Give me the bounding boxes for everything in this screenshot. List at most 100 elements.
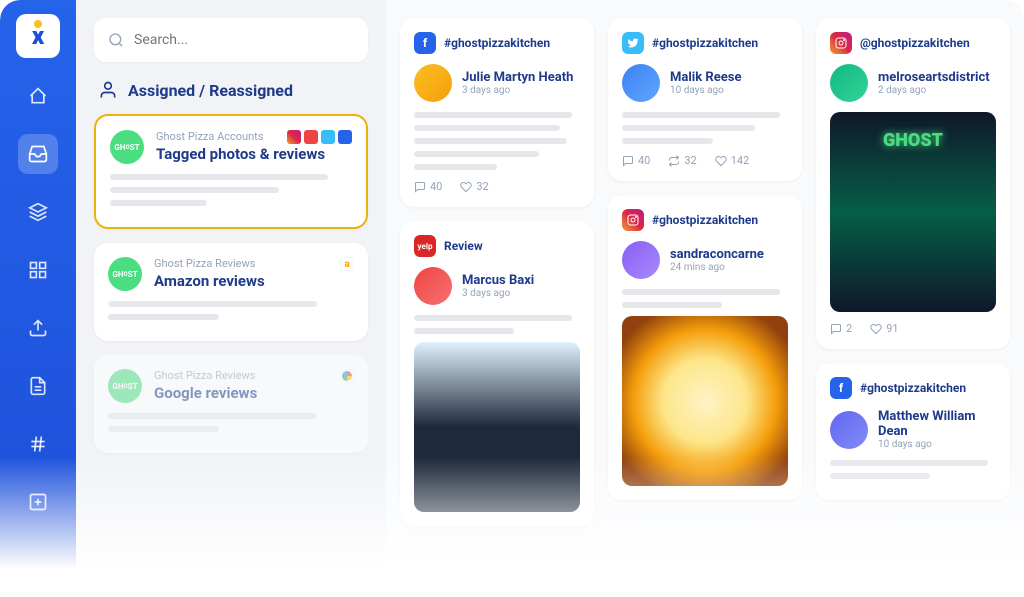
post-time: 10 days ago <box>878 439 996 450</box>
nav-apps[interactable] <box>18 250 58 290</box>
nav-add[interactable] <box>18 482 58 522</box>
post-image <box>830 112 996 312</box>
instagram-icon <box>622 209 644 231</box>
nav-inbox[interactable] <box>18 134 58 174</box>
heart-icon <box>870 323 882 335</box>
app-shell: x Assigned / Reassigned GHOST Ghost Pizz… <box>0 0 1024 597</box>
author-avatar <box>414 64 452 102</box>
yelp-icon: yelp <box>414 235 436 257</box>
search-input[interactable] <box>134 32 354 48</box>
post-hashtag: #ghostpizzakitchen <box>860 381 966 395</box>
section-header: Assigned / Reassigned <box>98 80 364 100</box>
comment-icon <box>830 323 842 335</box>
feed-column: #ghostpizzakitchen Malik Reese 10 days a… <box>608 18 802 579</box>
post-time: 3 days ago <box>462 288 534 299</box>
content-placeholder <box>830 460 996 479</box>
post-image <box>414 342 580 512</box>
comments-count[interactable]: 40 <box>414 180 442 193</box>
source-chips <box>340 369 354 383</box>
author-avatar <box>830 64 868 102</box>
youtube-icon <box>304 130 318 144</box>
feed-column: @ghostpizzakitchen melroseartsdistrict 2… <box>816 18 1010 579</box>
heart-icon <box>715 155 727 167</box>
google-icon <box>340 369 354 383</box>
likes-count[interactable]: 142 <box>715 154 750 167</box>
instagram-icon <box>830 32 852 54</box>
facebook-icon: f <box>830 377 852 399</box>
post-hashtag: #ghostpizzakitchen <box>652 213 758 227</box>
post-time: 3 days ago <box>462 85 573 96</box>
post-card[interactable]: #ghostpizzakitchen sandraconcarne 24 min… <box>608 195 802 500</box>
account-avatar: GHOST <box>110 130 144 164</box>
search-bar[interactable] <box>94 18 368 62</box>
account-avatar: GHOST <box>108 369 142 403</box>
feed: f #ghostpizzakitchen Julie Martyn Heath … <box>386 0 1024 597</box>
content-placeholder <box>108 413 354 432</box>
assignment-card[interactable]: GHOST Ghost Pizza Reviews Amazon reviews… <box>94 243 368 341</box>
assignment-subtitle: Ghost Pizza Reviews <box>154 369 354 382</box>
post-hashtag: @ghostpizzakitchen <box>860 36 970 50</box>
post-stats: 2 91 <box>830 322 996 335</box>
assignment-card[interactable]: GHOST Ghost Pizza Reviews Google reviews <box>94 355 368 453</box>
comments-count[interactable]: 2 <box>830 322 852 335</box>
content-placeholder <box>108 301 354 320</box>
content-placeholder <box>110 174 352 206</box>
nav-layers[interactable] <box>18 192 58 232</box>
nav-home[interactable] <box>18 76 58 116</box>
comment-icon <box>622 155 634 167</box>
post-time: 10 days ago <box>670 85 741 96</box>
comment-icon <box>414 181 426 193</box>
nav-hashtag[interactable] <box>18 424 58 464</box>
post-stats: 40 32 142 <box>622 154 788 167</box>
primary-nav: x <box>0 0 76 597</box>
author-name: sandraconcarne <box>670 247 764 262</box>
author-avatar <box>622 241 660 279</box>
app-logo[interactable]: x <box>16 14 60 58</box>
post-stats: 40 32 <box>414 180 580 193</box>
post-time: 2 days ago <box>878 85 990 96</box>
assignment-card[interactable]: GHOST Ghost Pizza Accounts Tagged photos… <box>94 114 368 229</box>
source-chips <box>287 130 352 144</box>
author-name: Matthew William Dean <box>878 409 996 439</box>
facebook-icon: f <box>414 32 436 54</box>
post-card[interactable]: f #ghostpizzakitchen Julie Martyn Heath … <box>400 18 594 207</box>
user-icon <box>98 80 118 100</box>
facebook-icon <box>338 130 352 144</box>
section-title: Assigned / Reassigned <box>128 81 293 100</box>
author-name: melroseartsdistrict <box>878 70 990 85</box>
likes-count[interactable]: 91 <box>870 322 898 335</box>
comments-count[interactable]: 40 <box>622 154 650 167</box>
author-name: Julie Martyn Heath <box>462 70 573 85</box>
author-avatar <box>622 64 660 102</box>
amazon-icon: a <box>340 257 354 271</box>
post-hashtag: #ghostpizzakitchen <box>444 36 550 50</box>
author-name: Malik Reese <box>670 70 741 85</box>
content-placeholder <box>414 315 580 334</box>
likes-count[interactable]: 32 <box>460 180 488 193</box>
twitter-icon <box>321 130 335 144</box>
content-placeholder <box>622 112 788 144</box>
assignments-column: Assigned / Reassigned GHOST Ghost Pizza … <box>76 0 386 597</box>
account-avatar: GHOST <box>108 257 142 291</box>
post-hashtag: #ghostpizzakitchen <box>652 36 758 50</box>
source-chips: a <box>340 257 354 271</box>
assignment-title: Google reviews <box>154 384 354 402</box>
nav-upload[interactable] <box>18 308 58 348</box>
post-hashtag: Review <box>444 239 483 253</box>
post-time: 24 mins ago <box>670 262 764 273</box>
assignment-title: Tagged photos & reviews <box>156 145 352 163</box>
nav-document[interactable] <box>18 366 58 406</box>
heart-icon <box>460 181 472 193</box>
assignment-subtitle: Ghost Pizza Reviews <box>154 257 354 270</box>
assignment-title: Amazon reviews <box>154 272 354 290</box>
post-card[interactable]: @ghostpizzakitchen melroseartsdistrict 2… <box>816 18 1010 349</box>
post-card[interactable]: #ghostpizzakitchen Malik Reese 10 days a… <box>608 18 802 181</box>
content-placeholder <box>414 112 580 170</box>
post-card[interactable]: yelp Review Marcus Baxi 3 days ago <box>400 221 594 526</box>
search-icon <box>108 32 124 48</box>
author-avatar <box>414 267 452 305</box>
post-card[interactable]: f #ghostpizzakitchen Matthew William Dea… <box>816 363 1010 500</box>
content-placeholder <box>622 289 788 308</box>
instagram-icon <box>287 130 301 144</box>
retweet-count[interactable]: 32 <box>668 154 696 167</box>
